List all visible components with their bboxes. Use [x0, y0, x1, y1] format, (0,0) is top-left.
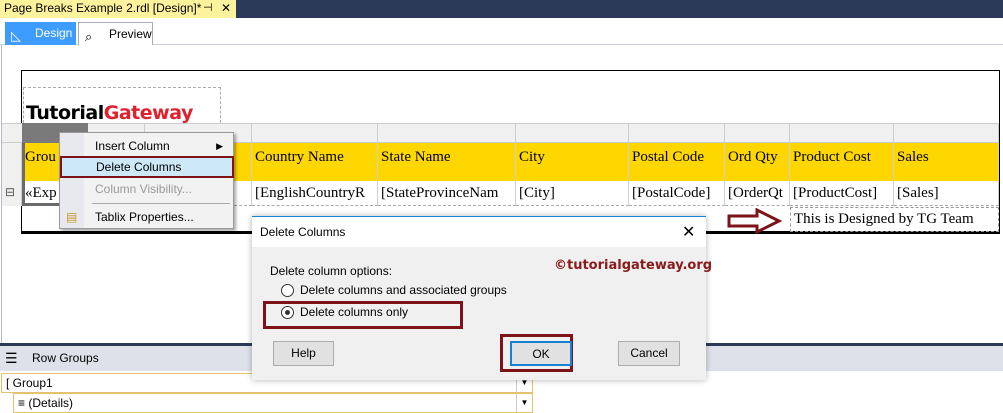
header-cell[interactable]: Country Name: [252, 143, 378, 181]
data-cell[interactable]: [Sales]: [894, 181, 999, 206]
menu-separator: [92, 203, 230, 204]
pin-icon[interactable]: ⊣: [203, 0, 213, 17]
row-groups-icon: ☰: [5, 350, 18, 366]
view-tabs: ◺ Design ⌕ Preview: [0, 18, 1003, 45]
data-cell[interactable]: [StateProvinceNam: [378, 181, 516, 206]
radio-delete-with-groups[interactable]: [281, 284, 294, 297]
ok-button[interactable]: OK: [510, 341, 572, 366]
arrow-annotation-icon: [727, 208, 783, 234]
header-cell[interactable]: Product Cost: [790, 143, 894, 181]
data-cell[interactable]: [EnglishCountryR: [252, 181, 378, 206]
column-handle[interactable]: [790, 123, 894, 143]
menu-item-column-visibility[interactable]: Column Visibility...: [61, 178, 233, 200]
context-menu: Insert Column ▶ Delete Columns Column Vis…: [59, 132, 234, 229]
menu-item-tablix-properties[interactable]: ▤ Tablix Properties...: [61, 206, 233, 228]
tab-label: Design: [35, 26, 73, 40]
document-tab-title: Page Breaks Example 2.rdl [Design]*: [4, 1, 202, 15]
footer-textbox[interactable]: This is Designed by TG Team: [790, 207, 999, 232]
data-cell[interactable]: [PostalCode]: [629, 181, 725, 206]
dialog-title: Delete Columns: [252, 217, 706, 247]
document-tab[interactable]: Page Breaks Example 2.rdl [Design]* ⊣ ✕: [0, 0, 236, 18]
column-handle[interactable]: [725, 123, 790, 143]
radio-delete-columns-only[interactable]: [281, 306, 294, 319]
submenu-arrow-icon: ▶: [216, 141, 223, 151]
menu-item-insert-column[interactable]: Insert Column ▶: [61, 135, 233, 157]
header-cell[interactable]: Sales: [894, 143, 999, 181]
column-handle[interactable]: [516, 123, 629, 143]
tab-design[interactable]: ◺ Design: [5, 22, 76, 45]
close-icon[interactable]: ✕: [221, 0, 231, 17]
header-cell[interactable]: Postal Code: [629, 143, 725, 181]
preview-icon: ⌕: [85, 29, 93, 44]
dialog-close-icon[interactable]: ✕: [682, 222, 695, 242]
column-handle[interactable]: [378, 123, 516, 143]
delete-columns-dialog: Delete Columns ✕ Delete column options: …: [252, 216, 712, 380]
cancel-button[interactable]: Cancel: [618, 341, 680, 366]
data-cell[interactable]: [City]: [516, 181, 629, 206]
data-cell[interactable]: [OrderQt: [725, 181, 790, 206]
options-label: Delete column options:: [270, 264, 393, 278]
menu-item-delete-columns[interactable]: Delete Columns: [60, 156, 234, 178]
details-row-icon: ⊟: [5, 185, 16, 199]
header-cell[interactable]: State Name: [378, 143, 516, 181]
header-cell[interactable]: Ord Qty: [725, 143, 790, 181]
column-handle[interactable]: [894, 123, 999, 143]
data-cell[interactable]: [ProductCost]: [790, 181, 894, 206]
tab-preview[interactable]: ⌕ Preview: [78, 22, 153, 45]
dropdown-icon[interactable]: ▼: [516, 394, 532, 412]
logo: TutorialGateway: [26, 102, 193, 124]
group-item-details[interactable]: ≡ (Details) ▼: [13, 393, 533, 413]
radio-label[interactable]: Delete columns only: [300, 305, 408, 319]
column-handle[interactable]: [252, 123, 378, 143]
header-cell[interactable]: City: [516, 143, 629, 181]
radio-label[interactable]: Delete columns and associated groups: [300, 283, 507, 297]
watermark: ©tutorialgateway.org: [554, 258, 713, 273]
column-handle[interactable]: [629, 123, 725, 143]
tab-label: Preview: [109, 27, 152, 41]
design-icon: ◺: [11, 28, 21, 43]
help-button[interactable]: Help: [273, 341, 334, 366]
properties-icon: ▤: [66, 210, 78, 224]
